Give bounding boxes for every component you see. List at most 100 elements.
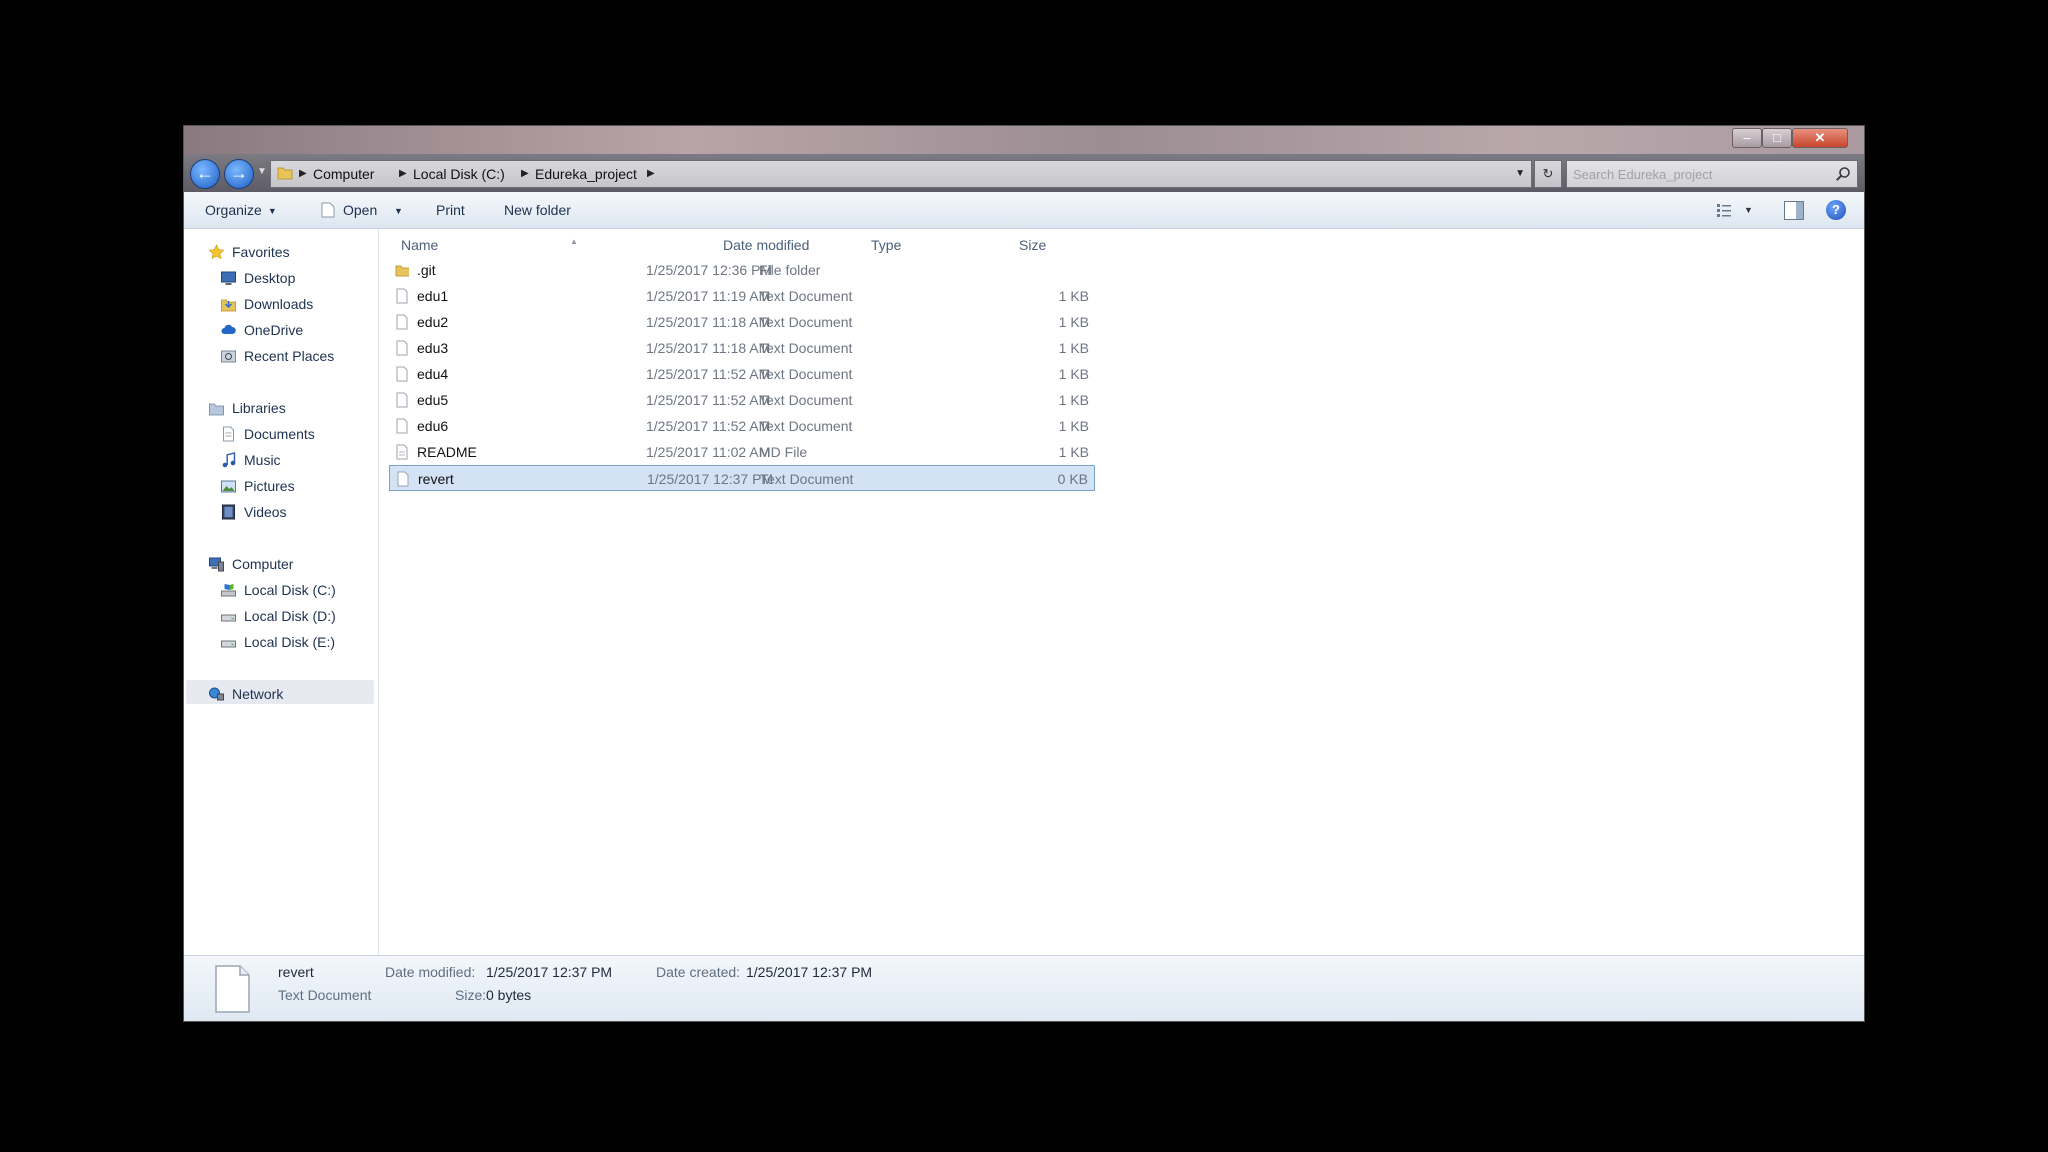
nav-label: Desktop xyxy=(244,270,296,286)
downloads-icon xyxy=(221,299,236,312)
sort-ascending-icon: ▲ xyxy=(570,237,578,246)
details-file-type: Text Document xyxy=(278,987,372,1003)
address-bar[interactable]: ▶ Computer ▶ Local Disk (C:) ▶ Edureka_p… xyxy=(270,160,1532,188)
maximize-button[interactable]: □ xyxy=(1762,128,1792,148)
file-size: 1 KB xyxy=(1058,444,1089,460)
file-name: edu5 xyxy=(417,392,449,408)
breadcrumb-local-disk-c[interactable]: Local Disk (C:) xyxy=(413,161,505,187)
search-icon[interactable] xyxy=(1835,166,1851,182)
text-document-icon xyxy=(396,288,408,304)
organize-label: Organize xyxy=(205,202,262,218)
table-row[interactable]: .git 1/25/2017 12:36 PM File folder xyxy=(389,257,1095,283)
breadcrumb-separator[interactable]: ▶ xyxy=(299,161,307,187)
explorer-window: – □ ✕ ← → ▼ ▶ Computer ▶ Local Disk (C:)… xyxy=(184,126,1864,1021)
file-type: Text Document xyxy=(760,471,854,487)
refresh-button[interactable]: ↻ xyxy=(1534,160,1562,188)
nav-label: Libraries xyxy=(232,400,286,416)
breadcrumb-separator[interactable]: ▶ xyxy=(399,161,407,187)
text-document-icon xyxy=(397,471,409,487)
file-type: Text Document xyxy=(759,418,853,434)
address-row: ← → ▼ ▶ Computer ▶ Local Disk (C:) ▶ Edu… xyxy=(184,154,1864,192)
file-name: revert xyxy=(418,471,454,487)
file-name: edu2 xyxy=(417,314,449,330)
search-input[interactable] xyxy=(1571,164,1827,185)
breadcrumb-edureka-project[interactable]: Edureka_project xyxy=(535,161,637,187)
text-document-icon xyxy=(396,314,408,330)
title-bar[interactable]: – □ ✕ xyxy=(184,126,1864,154)
view-dropdown[interactable]: ▼ xyxy=(1744,192,1753,228)
table-row[interactable]: README 1/25/2017 11:02 AM MD File 1 KB xyxy=(389,439,1095,465)
table-row[interactable]: revert 1/25/2017 12:37 PM Text Document 0 K… xyxy=(389,465,1095,491)
file-type: Text Document xyxy=(759,340,853,356)
file-date-modified: 1/25/2017 11:19 AM xyxy=(646,288,771,304)
music-icon xyxy=(222,452,236,468)
forward-button[interactable]: → xyxy=(224,159,254,189)
folder-icon xyxy=(277,167,293,180)
file-list: Name ▲ Date modified Type Size .git 1/25/… xyxy=(379,229,1864,955)
table-row[interactable]: edu4 1/25/2017 11:52 AM Text Document 1 KB xyxy=(389,361,1095,387)
text-document-icon xyxy=(396,340,408,356)
view-options-icon[interactable] xyxy=(1714,200,1734,220)
file-name: edu1 xyxy=(417,288,449,304)
table-row[interactable]: edu5 1/25/2017 11:52 AM Text Document 1 KB xyxy=(389,387,1095,413)
chevron-down-icon: ▼ xyxy=(267,206,277,216)
nav-label: Recent Places xyxy=(244,348,335,364)
recent-places-icon xyxy=(221,350,236,363)
minimize-button[interactable]: – xyxy=(1732,128,1762,148)
file-size: 1 KB xyxy=(1058,340,1089,356)
document-icon xyxy=(321,202,335,218)
table-row[interactable]: edu2 1/25/2017 11:18 AM Text Document 1 KB xyxy=(389,309,1095,335)
search-box[interactable] xyxy=(1566,160,1858,188)
recent-pages-dropdown[interactable]: ▼ xyxy=(257,166,267,177)
help-icon[interactable]: ? xyxy=(1826,200,1846,220)
breadcrumb-separator[interactable]: ▶ xyxy=(647,161,655,187)
details-date-modified: 1/25/2017 12:37 PM xyxy=(486,964,613,980)
column-header-type[interactable]: Type xyxy=(871,237,901,253)
drive-icon xyxy=(221,614,236,622)
nav-label: Local Disk (C:) xyxy=(244,582,336,598)
organize-button[interactable]: Organize ▼ xyxy=(205,192,277,228)
system-drive-icon xyxy=(221,584,236,597)
text-document-icon xyxy=(396,366,408,382)
nav-label: Computer xyxy=(232,556,294,572)
details-date-created-label: Date created: xyxy=(656,964,741,980)
close-button[interactable]: ✕ xyxy=(1792,128,1848,148)
column-header-date-modified[interactable]: Date modified xyxy=(723,237,809,253)
column-header-name[interactable]: Name ▲ xyxy=(401,237,578,253)
folder-icon xyxy=(395,265,409,277)
cloud-icon xyxy=(221,324,236,334)
file-size: 1 KB xyxy=(1058,392,1089,408)
text-document-icon xyxy=(396,418,408,434)
file-type: File folder xyxy=(759,262,821,278)
details-pane: revert Text Document Date modified: 1/25… xyxy=(184,955,1864,1021)
file-name: .git xyxy=(417,262,436,278)
back-button[interactable]: ← xyxy=(190,159,220,189)
new-folder-button[interactable]: New folder xyxy=(504,192,571,228)
nav-label: Network xyxy=(232,686,284,702)
file-date-modified: 1/25/2017 12:37 PM xyxy=(647,471,774,487)
print-button[interactable]: Print xyxy=(436,192,465,228)
file-name: edu4 xyxy=(417,366,449,382)
computer-icon xyxy=(209,557,224,572)
table-row[interactable]: edu6 1/25/2017 11:52 AM Text Document 1 KB xyxy=(389,413,1095,439)
details-size: 0 bytes xyxy=(486,987,532,1003)
file-name: edu3 xyxy=(417,340,449,356)
preview-pane-icon[interactable] xyxy=(1784,201,1804,220)
breadcrumb-computer[interactable]: Computer xyxy=(313,161,374,187)
address-dropdown[interactable]: ▼ xyxy=(1515,161,1525,187)
drive-icon xyxy=(221,640,236,648)
file-date-modified: 1/25/2017 12:36 PM xyxy=(646,262,773,278)
breadcrumb-separator[interactable]: ▶ xyxy=(521,161,529,187)
column-header-size[interactable]: Size xyxy=(1019,237,1046,253)
open-dropdown[interactable]: ▼ xyxy=(388,192,403,228)
table-row[interactable]: edu3 1/25/2017 11:18 AM Text Document 1 KB xyxy=(389,335,1095,361)
file-type: Text Document xyxy=(759,392,853,408)
table-row[interactable]: edu1 1/25/2017 11:19 AM Text Document 1 KB xyxy=(389,283,1095,309)
file-size: 1 KB xyxy=(1058,366,1089,382)
details-file-name: revert xyxy=(278,964,314,980)
open-button[interactable]: Open xyxy=(321,192,377,228)
network-icon xyxy=(209,687,224,701)
library-icon xyxy=(209,403,224,416)
file-size: 1 KB xyxy=(1058,288,1089,304)
column-header-label: Name xyxy=(401,237,439,253)
